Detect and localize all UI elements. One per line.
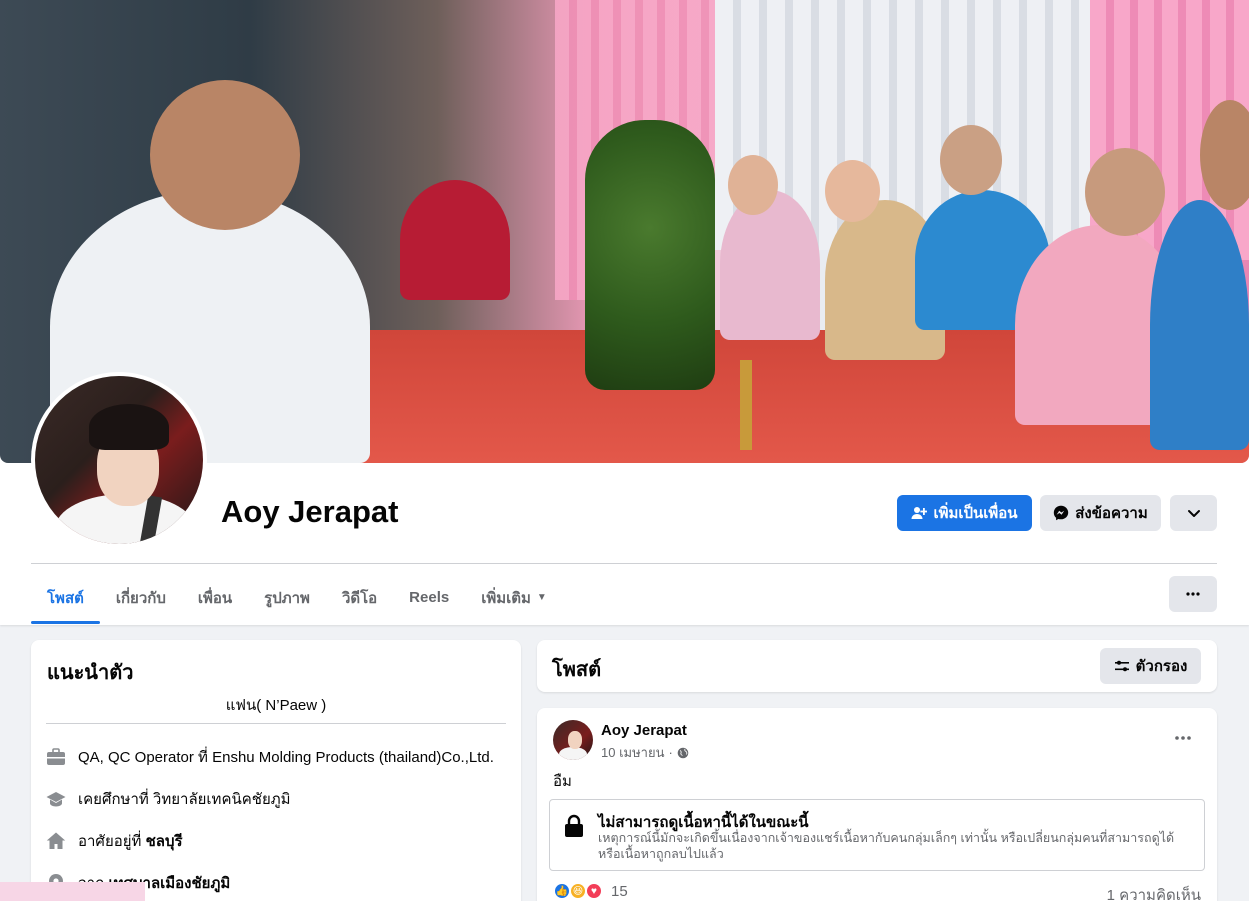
reaction-count: 15 [611, 882, 628, 900]
meta-separator: · [668, 745, 673, 760]
message-button[interactable]: ส่งข้อความ [1040, 495, 1161, 531]
cover-centerpiece [585, 120, 715, 390]
ellipsis-icon [1175, 736, 1191, 740]
post-avatar-face [568, 731, 582, 749]
post-author-name[interactable]: Aoy Jerapat [601, 722, 687, 739]
graduation-cap-icon [46, 789, 66, 809]
posts-header-card: โพสต์ ตัวกรอง [537, 640, 1217, 692]
tab-reels[interactable]: Reels [393, 571, 465, 624]
cover-person-groom [720, 190, 820, 340]
intro-lives-prefix: อาศัยอยู่ที่ [78, 833, 146, 850]
tab-photos[interactable]: รูปภาพ [248, 571, 326, 624]
post-date[interactable]: 10 เมษายน [601, 742, 664, 763]
tab-friends-label: เพื่อน [197, 589, 233, 607]
tab-about[interactable]: เกี่ยวกับ [100, 571, 182, 624]
avatar-hair [89, 404, 169, 450]
lock-icon [565, 814, 583, 837]
unavailable-content-box: ไม่สามารถดูเนื้อหานี้ได้ในขณะนี้ เหตุการ… [549, 799, 1205, 871]
cover-person-elder-head [150, 80, 300, 230]
love-reaction-icon: ♥ [585, 882, 603, 900]
comment-count[interactable]: 1 ความคิดเห็น [1107, 883, 1201, 901]
filter-label: ตัวกรอง [1135, 658, 1188, 675]
post-reactions[interactable]: 👍 😆 ♥ 15 [553, 882, 628, 900]
intro-lives-place[interactable]: ชลบุรี [146, 833, 183, 850]
post-meta: 10 เมษายน · [601, 742, 689, 763]
tab-videos-label: วิดีโอ [341, 589, 378, 607]
message-label: ส่งข้อความ [1075, 505, 1148, 522]
caret-down-icon: ▼ [536, 592, 547, 603]
ellipsis-icon [1186, 592, 1200, 596]
tab-posts-label: โพสต์ [47, 589, 84, 607]
cover-candle [740, 360, 752, 450]
sliders-icon [1114, 660, 1129, 672]
tabs-more-button[interactable] [1169, 576, 1217, 612]
tab-videos[interactable]: วิดีโอ [326, 571, 393, 624]
post-text: อืม [553, 773, 572, 790]
header-divider [31, 563, 1217, 564]
profile-picture[interactable] [31, 372, 207, 548]
bottom-left-overlay [0, 882, 145, 901]
post-card: Aoy Jerapat 10 เมษายน · อืม ไม่สามารถดูเ… [537, 708, 1217, 901]
intro-education-text: เคยศึกษาที่ วิทยาลัยเทคนิคชัยภูมิ [78, 791, 291, 808]
intro-title: แนะนำตัว [47, 662, 134, 684]
globe-icon [677, 747, 689, 758]
post-author-avatar[interactable] [553, 720, 593, 760]
tab-friends[interactable]: เพื่อน [182, 571, 248, 624]
profile-header: Aoy Jerapat เพิ่มเป็นเพื่อน ส่งข้อความ โ… [0, 0, 1249, 625]
cover-person-bride-head [825, 160, 880, 222]
cover-person-groom-head [728, 155, 778, 215]
home-icon [46, 831, 66, 851]
profile-name: Aoy Jerapat [221, 494, 399, 529]
profile-more-button[interactable] [1170, 495, 1217, 531]
cover-person-right [1150, 200, 1249, 450]
messenger-icon [1054, 505, 1069, 521]
intro-lives: อาศัยอยู่ที่ ชลบุรี [46, 829, 183, 853]
post-options-button[interactable] [1167, 726, 1199, 750]
briefcase-icon [46, 747, 66, 767]
filter-button[interactable]: ตัวกรอง [1100, 648, 1201, 684]
cover-person-pink-head [1085, 148, 1165, 236]
add-friend-button[interactable]: เพิ่มเป็นเพื่อน [897, 495, 1032, 531]
tab-more-label: เพิ่มเติม [481, 589, 531, 607]
tab-reels-label: Reels [409, 589, 450, 606]
cover-person-blue-head [940, 125, 1002, 195]
profile-tabs: โพสต์ เกี่ยวกับ เพื่อน รูปภาพ วิดีโอ Ree… [31, 571, 563, 624]
chevron-down-icon [1187, 510, 1200, 517]
intro-card: แนะนำตัว แฟน( N’Paew ) QA, QC Operator ท… [31, 640, 521, 901]
intro-work-text: QA, QC Operator ที่ Enshu Molding Produc… [78, 749, 494, 766]
intro-bio: แฟน( N’Paew ) [225, 697, 327, 714]
add-friend-label: เพิ่มเป็นเพื่อน [933, 505, 1018, 522]
intro-education: เคยศึกษาที่ วิทยาลัยเทคนิคชัยภูมิ [46, 787, 291, 811]
add-person-icon [911, 507, 928, 519]
cover-person-red [400, 180, 510, 300]
tab-posts[interactable]: โพสต์ [31, 571, 100, 624]
cover-photo[interactable] [0, 0, 1249, 463]
intro-divider [46, 723, 506, 724]
posts-title: โพสต์ [552, 659, 602, 681]
tab-more[interactable]: เพิ่มเติม ▼ [465, 571, 563, 624]
intro-lives-text: อาศัยอยู่ที่ ชลบุรี [78, 829, 183, 853]
tab-photos-label: รูปภาพ [264, 589, 310, 607]
tab-about-label: เกี่ยวกับ [115, 589, 166, 607]
profile-picture-image [35, 376, 203, 544]
intro-work: QA, QC Operator ที่ Enshu Molding Produc… [46, 745, 494, 769]
unavailable-description: เหตุการณ์นี้มักจะเกิดขึ้นเนื่องจากเจ้าขอ… [598, 831, 1175, 861]
